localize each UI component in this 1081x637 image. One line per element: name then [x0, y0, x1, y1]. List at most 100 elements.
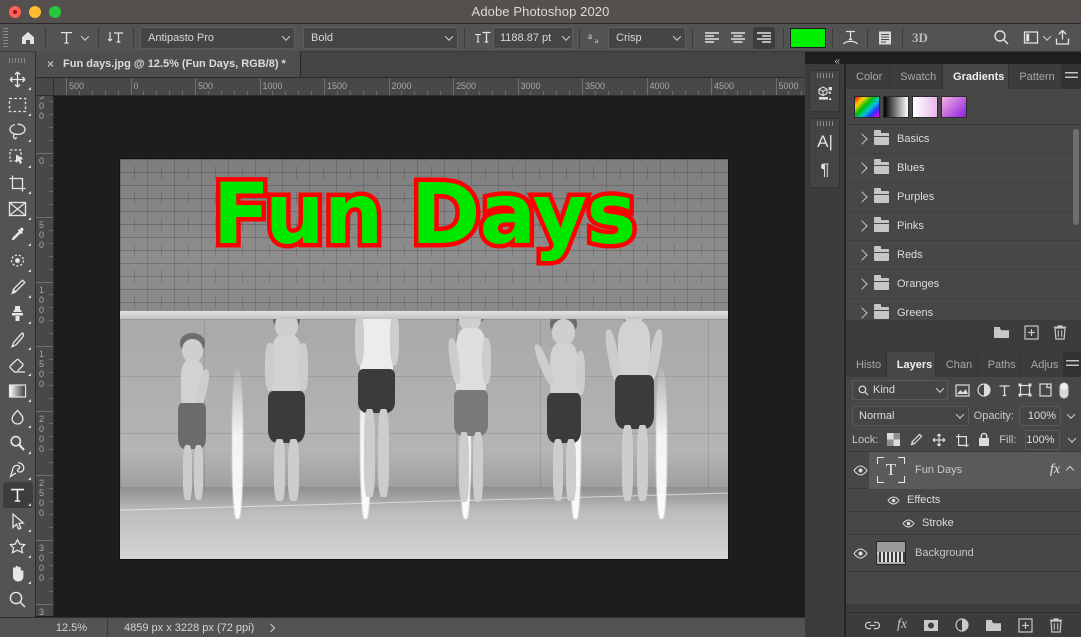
filter-smart-object-icon[interactable] [1039, 383, 1052, 397]
anti-alias-select[interactable]: Crisp [608, 26, 686, 49]
workspace-icon[interactable] [1020, 27, 1042, 49]
warp-text-icon[interactable] [839, 27, 861, 49]
canvas-area[interactable]: Fun Days [54, 96, 805, 617]
layer-body[interactable]: Background [869, 535, 1081, 572]
tab-chan[interactable]: Chan [935, 352, 978, 377]
link-layers-icon[interactable] [864, 620, 881, 631]
eraser-tool[interactable] [3, 352, 33, 378]
align-left-icon[interactable] [701, 27, 723, 49]
pen-tool[interactable] [3, 456, 33, 482]
tab-swatch[interactable]: Swatch [890, 64, 944, 89]
gradient-tool[interactable] [3, 378, 33, 404]
dock-grip[interactable] [810, 119, 839, 128]
paragraph-panel-icon[interactable]: ¶ [810, 156, 840, 184]
status-expand-icon[interactable] [268, 622, 274, 634]
tab-gradients[interactable]: Gradients [943, 64, 1010, 89]
fun-days-text-layer[interactable]: Fun Days [208, 164, 641, 263]
tab-pattern[interactable]: Pattern [1009, 64, 1062, 89]
dock-grip[interactable] [810, 71, 839, 80]
opacity-caret-icon[interactable] [1066, 407, 1075, 425]
fill-input[interactable]: 100% [1025, 429, 1060, 450]
layer-body[interactable]: T Fun Days fx [869, 452, 1081, 489]
layer-visibility-toggle[interactable] [852, 547, 869, 559]
search-icon[interactable] [990, 27, 1012, 49]
delete-icon[interactable] [1053, 324, 1067, 340]
clone-stamp-tool[interactable] [3, 300, 33, 326]
horizontal-ruler[interactable]: 500 0 500 1000 1500 2000 2500 3000 3500 4000 4500 5… [54, 78, 805, 96]
effects-visibility-toggle[interactable] [887, 495, 900, 505]
options-bar-grip[interactable] [0, 24, 11, 52]
text-layer-thumbnail[interactable]: T [876, 456, 906, 484]
frame-tool[interactable] [3, 196, 33, 222]
list-item[interactable]: Greens [846, 299, 1081, 320]
tool-preset-picker[interactable] [52, 27, 92, 49]
character-panel-icon[interactable] [874, 27, 896, 49]
list-item[interactable]: Reds [846, 241, 1081, 270]
panel-menu-icon[interactable] [1062, 64, 1081, 89]
filter-pixel-icon[interactable] [955, 383, 970, 397]
three-d-button[interactable]: 3D [909, 27, 931, 49]
custom-shape-tool[interactable] [3, 534, 33, 560]
new-fill-adjustment-icon[interactable] [955, 618, 969, 632]
gradients-scrollbar[interactable] [1073, 129, 1079, 225]
path-selection-tool[interactable] [3, 508, 33, 534]
zoom-tool[interactable] [3, 586, 33, 612]
chevron-up-icon[interactable] [1065, 465, 1075, 475]
tab-adjus[interactable]: Adjus [1020, 352, 1064, 377]
table-row[interactable]: Background [846, 535, 1081, 572]
close-icon[interactable]: × [47, 58, 54, 70]
fill-caret-icon[interactable] [1069, 431, 1075, 449]
new-layer-icon[interactable] [1018, 617, 1033, 633]
table-row[interactable]: T Fun Days fx [846, 452, 1081, 489]
tools-panel-grip[interactable] [0, 54, 35, 66]
crop-tool[interactable] [3, 170, 33, 196]
spot-healing-brush-tool[interactable] [3, 248, 33, 274]
list-item[interactable]: Oranges [846, 270, 1081, 299]
blend-mode-select[interactable]: Normal [852, 405, 969, 426]
character-panel-icon[interactable]: A| [810, 128, 840, 156]
chevron-right-icon[interactable] [856, 249, 868, 261]
chevron-down-icon[interactable] [672, 27, 681, 49]
tool-preset-caret[interactable] [80, 27, 89, 49]
text-color-swatch[interactable] [790, 27, 826, 48]
gradient-folder-list[interactable]: Basics Blues Purples Pinks Reds Oranges Greens [846, 124, 1081, 320]
hand-tool[interactable] [3, 560, 33, 586]
tab-layers[interactable]: Layers [886, 352, 936, 377]
collapse-panels-icon[interactable]: « [834, 56, 840, 67]
brush-tool[interactable] [3, 274, 33, 300]
add-layer-mask-icon[interactable] [923, 619, 939, 632]
chevron-right-icon[interactable] [856, 133, 868, 145]
rainbow-gradient-swatch[interactable] [854, 96, 880, 118]
new-gradient-icon[interactable] [1024, 324, 1039, 340]
filter-shape-icon[interactable] [1018, 383, 1032, 397]
chevron-down-icon[interactable] [935, 381, 944, 399]
lock-transparent-pixels-icon[interactable] [887, 433, 901, 446]
layer-effects-indicator[interactable]: fx [1050, 462, 1081, 478]
new-group-icon[interactable] [993, 325, 1010, 339]
chevron-right-icon[interactable] [856, 220, 868, 232]
chevron-right-icon[interactable] [856, 162, 868, 174]
text-orientation-icon[interactable] [105, 27, 127, 49]
font-style-select[interactable]: Bold [303, 26, 458, 49]
chevron-down-icon[interactable] [281, 27, 290, 49]
tab-paths[interactable]: Paths [977, 352, 1021, 377]
libraries-icon[interactable] [810, 80, 840, 108]
panel-menu-icon[interactable] [1064, 352, 1081, 377]
home-icon[interactable] [17, 27, 39, 49]
layer-effects-group-row[interactable]: Effects [846, 489, 1081, 512]
list-item[interactable]: Purples [846, 183, 1081, 212]
stroke-visibility-toggle[interactable] [902, 518, 915, 528]
dodge-tool[interactable] [3, 430, 33, 456]
tab-color[interactable]: Color [846, 64, 891, 89]
workspace-caret-icon[interactable] [1042, 27, 1051, 49]
font-family-select[interactable]: Antipasto Pro [140, 26, 295, 49]
new-group-icon[interactable] [985, 618, 1002, 632]
move-tool[interactable] [3, 66, 33, 92]
layer-filter-kind-select[interactable]: Kind [852, 380, 948, 400]
document-tab[interactable]: × Fun days.jpg @ 12.5% (Fun Days, RGB/8)… [36, 51, 301, 77]
blur-tool[interactable] [3, 404, 33, 430]
lock-position-icon[interactable] [932, 433, 946, 447]
fx-icon[interactable]: fx [1050, 462, 1060, 478]
lock-artboard-nesting-icon[interactable] [955, 433, 969, 447]
zoom-level[interactable]: 12.5% [36, 617, 108, 637]
